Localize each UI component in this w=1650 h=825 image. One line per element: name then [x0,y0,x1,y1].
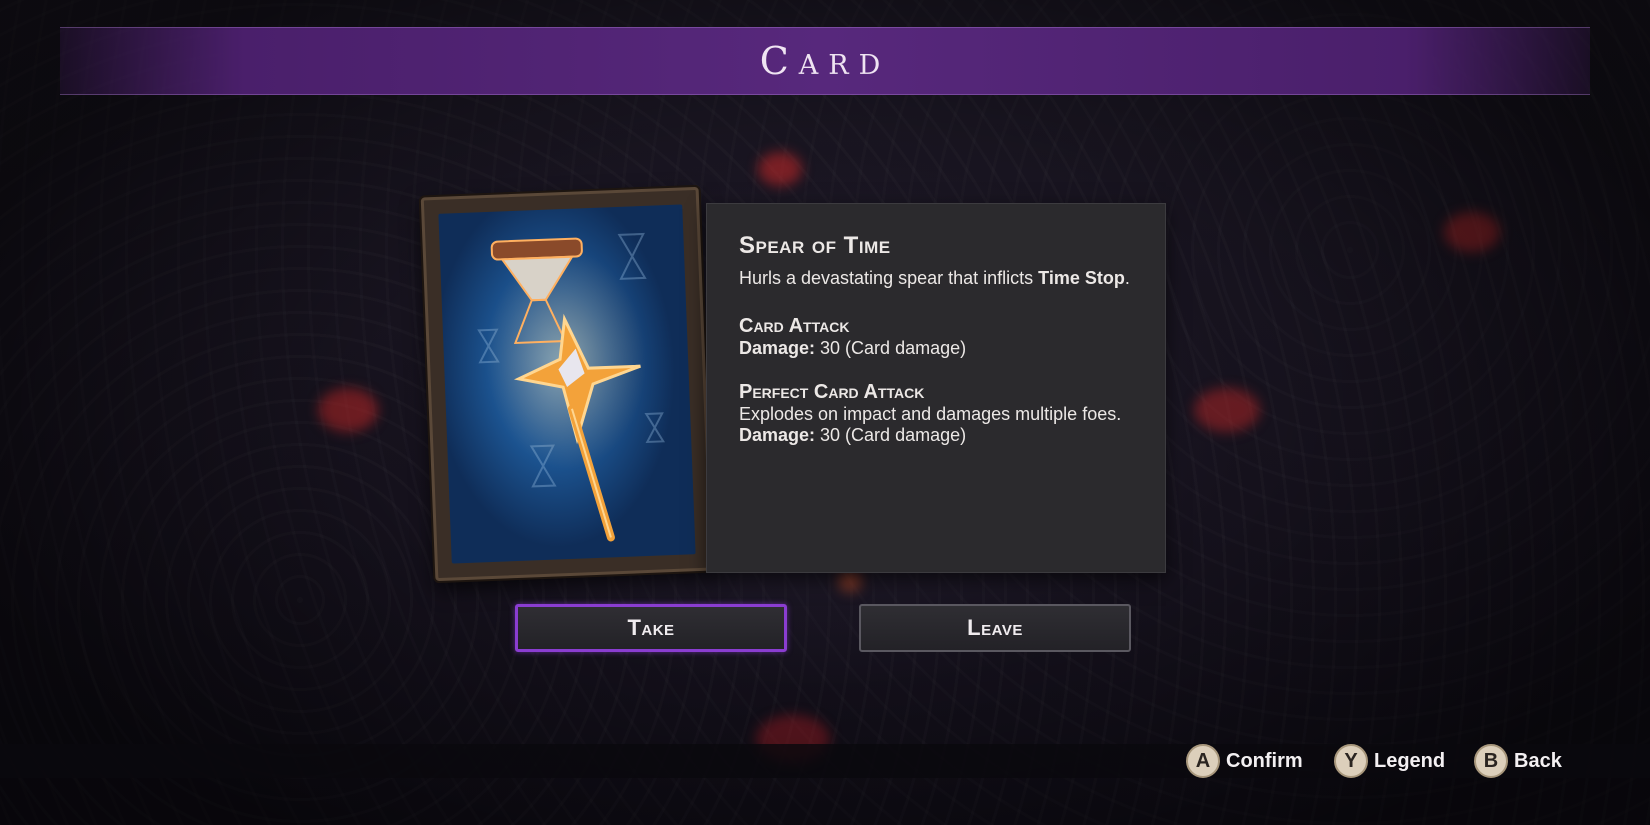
perfect-attack-title: Perfect Card Attack [739,381,925,403]
confirm-label: Confirm [1226,749,1303,772]
perfect-attack-description: Explodes on impact and damages multiple … [739,404,1122,424]
red-light [1194,388,1260,432]
take-button[interactable]: Take [515,604,787,652]
card-art [438,204,696,564]
red-light [758,152,802,186]
status-keyword: Time Stop [1038,268,1125,288]
description-text: Hurls a devastating spear that inflicts [739,268,1039,288]
card-description: Hurls a devastating spear that inflicts … [739,268,1139,289]
page-title: Card [759,39,891,83]
b-button-icon: B [1474,744,1508,778]
confirm-hint[interactable]: A Confirm [1186,744,1303,778]
red-light [1444,212,1500,252]
damage-value: 30 (Card damage) [815,338,967,358]
card-info-panel: Spear of Time Hurls a devastating spear … [706,203,1166,573]
y-button-icon: Y [1334,744,1368,778]
perfect-attack-damage: Damage: 30 (Card damage) [739,425,1139,446]
damage-value: 30 (Card damage) [815,425,967,445]
card-name: Spear of Time [739,232,891,259]
a-button-icon: A [1186,744,1220,778]
card-image [420,186,714,582]
red-light [838,570,862,592]
card-attack-damage: Damage: 30 (Card damage) [739,338,1139,359]
back-hint[interactable]: B Back [1474,744,1562,778]
damage-label: Damage: [739,425,816,445]
legend-label: Legend [1374,749,1446,772]
damage-label: Damage: [739,338,816,358]
card-info-content: Spear of Time Hurls a devastating spear … [739,232,1139,446]
description-end: . [1124,268,1130,288]
leave-button[interactable]: Leave [859,604,1131,652]
card-attack-title: Card Attack [739,315,850,337]
back-label: Back [1514,749,1562,772]
title-bar: Card [60,27,1590,95]
hourglass-spear-icon [477,232,666,542]
red-light [318,388,378,432]
legend-hint[interactable]: Y Legend [1334,744,1445,778]
